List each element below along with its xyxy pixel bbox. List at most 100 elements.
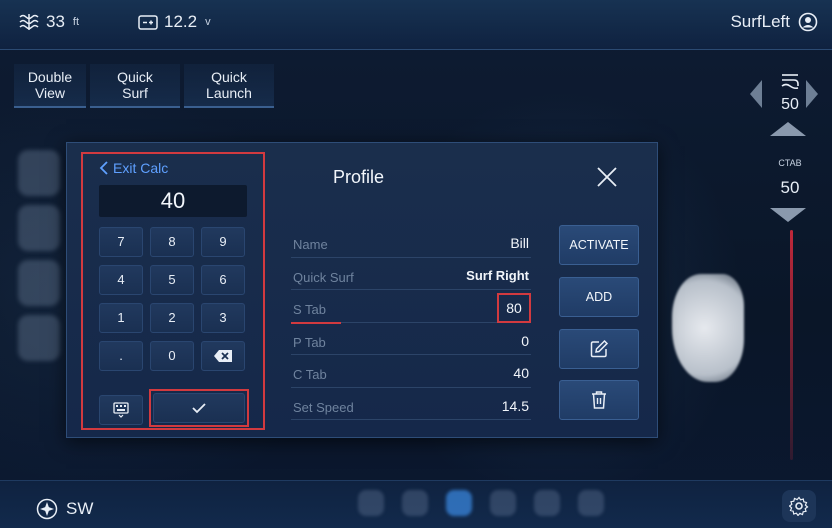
exit-calc-link[interactable]: Exit Calc xyxy=(99,160,168,176)
compass-heading: SW xyxy=(36,498,93,520)
depth-indicator: 33 ft xyxy=(18,12,79,32)
tab-label-line1: Quick xyxy=(117,69,153,85)
confirm-key-highlight xyxy=(149,389,249,427)
key-9[interactable]: 9 xyxy=(201,227,245,257)
field-label: C Tab xyxy=(293,367,327,382)
field-value: Surf Right xyxy=(466,267,529,283)
exit-calc-label: Exit Calc xyxy=(113,160,169,176)
wave-prev-arrow-icon[interactable] xyxy=(750,80,762,108)
key-2[interactable]: 2 xyxy=(150,303,194,333)
tab-quick-surf[interactable]: Quick Surf xyxy=(90,64,180,108)
field-label: Name xyxy=(293,237,328,252)
tab-label-line2: Surf xyxy=(122,85,148,101)
profile-dialog: Exit Calc 40 7 8 9 4 5 6 1 2 3 . 0 Profi… xyxy=(66,142,658,438)
confirm-button[interactable] xyxy=(153,393,245,423)
nav-item[interactable] xyxy=(490,490,516,516)
gear-icon xyxy=(789,496,809,516)
profile-title: Profile xyxy=(333,167,385,187)
voltage-value: 12.2 xyxy=(164,12,198,31)
calculator-panel: Exit Calc 40 7 8 9 4 5 6 1 2 3 . 0 xyxy=(81,152,265,430)
nav-item[interactable] xyxy=(402,490,428,516)
active-profile[interactable]: SurfLeft xyxy=(730,12,818,32)
key-6[interactable]: 6 xyxy=(201,265,245,295)
tab-quick-launch[interactable]: Quick Launch xyxy=(184,64,274,108)
field-row-c-tab[interactable]: C Tab 40 xyxy=(291,355,531,388)
user-icon xyxy=(798,12,818,32)
wave-value: 50 xyxy=(781,96,799,113)
backspace-key[interactable] xyxy=(201,341,245,371)
ctab-value: 50 xyxy=(780,178,800,197)
key-5[interactable]: 5 xyxy=(150,265,194,295)
compass-icon xyxy=(36,498,58,520)
depth-unit: ft xyxy=(72,16,80,28)
nav-item[interactable] xyxy=(578,490,604,516)
depth-value: 33 xyxy=(46,12,65,31)
tab-double-view[interactable]: Double View xyxy=(14,64,86,108)
delete-button[interactable] xyxy=(559,380,639,420)
blurred-control xyxy=(18,315,60,361)
key-4[interactable]: 4 xyxy=(99,265,143,295)
field-row-s-tab[interactable]: S Tab 80 xyxy=(291,290,531,324)
tab-label-line1: Double xyxy=(27,69,73,85)
bottom-nav xyxy=(358,490,604,516)
field-value: Bill xyxy=(510,235,529,251)
voltage-indicator: 12.2 v xyxy=(138,12,211,32)
depth-icon xyxy=(19,14,39,30)
checkmark-icon xyxy=(192,403,206,414)
chevron-left-icon xyxy=(99,161,108,175)
field-row-set-speed[interactable]: Set Speed 14.5 xyxy=(291,388,531,420)
field-value: 14.5 xyxy=(501,397,529,414)
voltage-unit: v xyxy=(205,16,211,28)
wave-controls: 50 CTAB 50 xyxy=(742,60,832,230)
activate-button[interactable]: ACTIVATE xyxy=(559,225,639,265)
boat-graphic xyxy=(672,274,744,382)
blurred-control xyxy=(18,150,60,196)
battery-icon xyxy=(138,15,158,30)
profile-fields: Name Bill Quick Surf Surf Right S Tab 80… xyxy=(291,225,531,420)
key-1[interactable]: 1 xyxy=(99,303,143,333)
field-value: 40 xyxy=(513,365,529,381)
close-icon[interactable] xyxy=(595,165,619,189)
field-label: P Tab xyxy=(293,334,326,350)
wave-next-arrow-icon[interactable] xyxy=(806,80,818,108)
boat-outline-accent xyxy=(790,230,793,460)
backspace-icon xyxy=(214,350,232,362)
field-row-quick-surf[interactable]: Quick Surf Surf Right xyxy=(291,258,531,290)
ctab-up-arrow-icon[interactable] xyxy=(770,122,806,136)
field-label: Quick Surf xyxy=(293,269,354,285)
blurred-control xyxy=(18,205,60,251)
calculator-display: 40 xyxy=(99,185,247,217)
view-tabs: Double View Quick Surf Quick Launch xyxy=(14,64,274,108)
field-label: S Tab xyxy=(293,302,327,317)
ctab-label: CTAB xyxy=(778,158,802,168)
nav-item[interactable] xyxy=(358,490,384,516)
key-decimal[interactable]: . xyxy=(99,341,143,371)
add-button[interactable]: ADD xyxy=(559,277,639,317)
ctab-down-arrow-icon[interactable] xyxy=(770,208,806,222)
status-bar: 33 ft 12.2 v SurfLeft xyxy=(0,0,832,50)
nav-item-active[interactable] xyxy=(446,490,472,516)
trash-icon xyxy=(592,391,606,409)
edit-button[interactable] xyxy=(559,329,639,369)
active-profile-label: SurfLeft xyxy=(730,12,790,31)
heading-value: SW xyxy=(66,499,94,518)
blurred-control xyxy=(18,260,60,306)
wave-icon xyxy=(781,74,799,90)
tab-label-line2: Launch xyxy=(206,85,252,101)
nav-item[interactable] xyxy=(534,490,560,516)
s-tab-value-input[interactable]: 80 xyxy=(497,293,531,323)
calculator-keypad: 7 8 9 4 5 6 1 2 3 . 0 xyxy=(99,227,245,371)
field-row-name[interactable]: Name Bill xyxy=(291,225,531,258)
key-8[interactable]: 8 xyxy=(150,227,194,257)
key-7[interactable]: 7 xyxy=(99,227,143,257)
field-label: Set Speed xyxy=(293,399,354,415)
settings-button[interactable] xyxy=(782,490,816,522)
field-row-p-tab[interactable]: P Tab 0 xyxy=(291,323,531,355)
keyboard-icon xyxy=(113,402,129,418)
key-0[interactable]: 0 xyxy=(150,341,194,371)
tab-label-line2: View xyxy=(34,85,66,101)
keyboard-toggle-button[interactable] xyxy=(99,395,143,425)
key-3[interactable]: 3 xyxy=(201,303,245,333)
field-value: 0 xyxy=(521,332,529,349)
tab-label-line1: Quick xyxy=(211,69,247,85)
